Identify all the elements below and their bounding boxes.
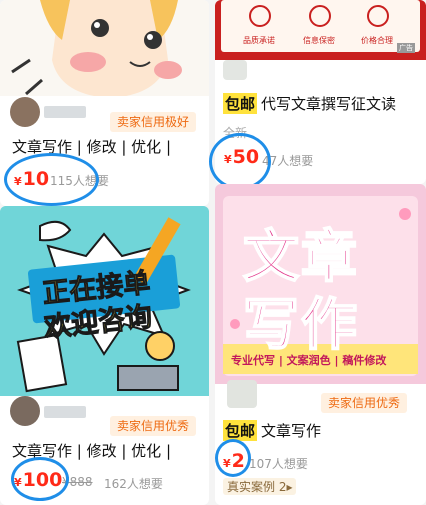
product-image-4[interactable]: 文章 写作 专业代写 | 文案润色 | 稿件修改 [215, 184, 426, 384]
seller-avatar[interactable] [10, 97, 40, 127]
seller-avatar[interactable] [227, 380, 257, 408]
seller-name-blurred [44, 406, 86, 418]
seller-avatar[interactable] [223, 60, 247, 80]
free-shipping-tag: 包邮 [223, 420, 258, 441]
arrow-right-icon: ▸ [286, 480, 293, 494]
highlight-circle [215, 439, 251, 477]
product-title[interactable]: 包邮 文章写作 [223, 420, 321, 441]
want-count: 107人想要 [249, 457, 308, 471]
poster-big-text-2: 写作 [242, 292, 359, 359]
credit-badge: 卖家信用优秀 [110, 416, 197, 436]
credit-badge: 卖家信用极好 [110, 112, 197, 132]
seller-name-blurred [44, 106, 86, 118]
highlight-circle [11, 457, 69, 501]
banner-label-privacy: 信息保密 [303, 36, 335, 45]
product-title[interactable]: 包邮 代写文章撰写征文读 [223, 93, 396, 114]
product-image-3[interactable]: 正在接单 欢迎咨询 [0, 206, 209, 396]
product-image-1[interactable] [0, 0, 209, 96]
credit-badge: 卖家信用优秀 [321, 393, 408, 413]
banner-label-quality: 品质承诺 [243, 36, 275, 45]
product-image-2[interactable]: 品质承诺 信息保密 价格合理 广告 [215, 0, 426, 60]
want-count: 162人想要 [104, 477, 163, 491]
ad-tag: 广告 [397, 43, 415, 53]
real-case-link[interactable]: 真实案例 2▸ [223, 478, 297, 495]
highlight-circle [4, 153, 99, 206]
banner-label-price: 价格合理 [361, 36, 393, 45]
service-banner [215, 0, 426, 60]
poster-strip-text: 专业代写 | 文案润色 | 稿件修改 [231, 354, 387, 367]
free-shipping-tag: 包邮 [223, 93, 258, 114]
highlight-circle [209, 133, 271, 190]
cartoon-girl-illustration [0, 0, 209, 96]
seller-avatar[interactable] [10, 396, 40, 426]
